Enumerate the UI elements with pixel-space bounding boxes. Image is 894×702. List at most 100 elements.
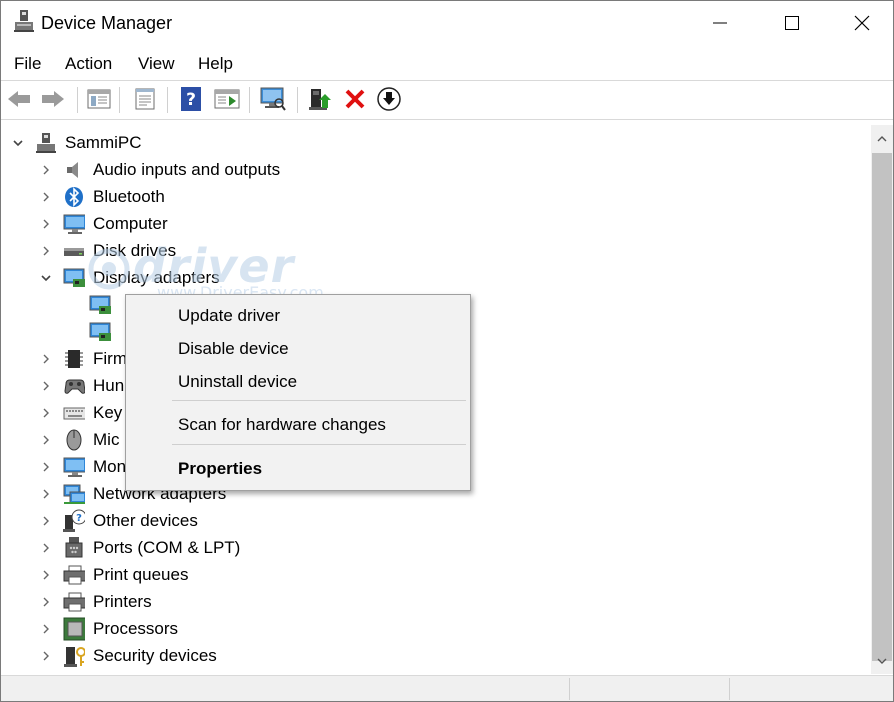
tree-item-label: Disk drives — [93, 240, 177, 260]
tree-item[interactable]: Key — [39, 399, 122, 426]
vertical-scrollbar[interactable] — [871, 125, 893, 674]
unknown-device-icon: ? — [63, 509, 85, 532]
scroll-up-button[interactable] — [871, 129, 893, 149]
tree-item-label: Other devices — [93, 510, 198, 530]
tree-item[interactable]: Security devices — [39, 642, 217, 669]
chevron-right-icon[interactable] — [39, 514, 53, 528]
action-pane-button[interactable] — [213, 85, 241, 113]
back-button[interactable] — [5, 85, 33, 113]
chevron-down-icon[interactable] — [11, 136, 25, 150]
chevron-down-icon — [877, 658, 887, 664]
status-separator — [569, 678, 570, 700]
tree-child-item[interactable] — [89, 291, 119, 318]
tree-item-label: Key — [93, 402, 123, 422]
printer-icon — [63, 564, 85, 586]
chevron-right-icon[interactable] — [39, 217, 53, 231]
show-hide-console-tree-button[interactable] — [85, 85, 113, 113]
chevron-right-icon[interactable] — [39, 595, 53, 609]
tree-item[interactable]: Processors — [39, 615, 178, 642]
menu-item-update-driver[interactable]: Update driver — [178, 306, 280, 326]
chevron-right-icon[interactable] — [39, 541, 53, 555]
disable-device-button[interactable] — [375, 85, 403, 113]
scrollbar-thumb[interactable] — [872, 153, 892, 661]
chevron-right-icon[interactable] — [39, 649, 53, 663]
scan-hardware-icon — [260, 87, 286, 111]
processor-icon — [63, 617, 85, 640]
port-icon — [63, 536, 85, 559]
display-adapter-icon — [89, 321, 111, 343]
disk-drive-icon — [63, 240, 85, 262]
forward-button[interactable] — [39, 85, 67, 113]
close-button[interactable] — [827, 1, 893, 45]
chevron-right-icon[interactable] — [39, 433, 53, 447]
chevron-right-icon[interactable] — [39, 163, 53, 177]
toolbar-separator — [167, 87, 168, 113]
chevron-right-icon[interactable] — [39, 568, 53, 582]
title-bar[interactable]: Device Manager — [1, 1, 893, 45]
chevron-right-icon[interactable] — [39, 352, 53, 366]
menu-separator — [172, 444, 466, 445]
maximize-button[interactable] — [757, 1, 827, 45]
forward-arrow-icon — [42, 91, 64, 107]
tree-item-label: Printers — [93, 591, 152, 611]
chevron-right-icon[interactable] — [39, 190, 53, 204]
tree-item[interactable]: Hun — [39, 372, 124, 399]
status-bar — [1, 675, 893, 701]
chevron-right-icon[interactable] — [39, 379, 53, 393]
chevron-down-icon[interactable] — [39, 271, 53, 285]
disable-device-icon — [377, 87, 401, 111]
update-driver-icon — [309, 89, 331, 110]
chevron-right-icon[interactable] — [39, 487, 53, 501]
action-pane-icon — [214, 89, 240, 109]
device-manager-app-icon — [13, 9, 35, 33]
display-adapter-icon — [89, 294, 111, 316]
tree-item-label: Hun — [93, 375, 125, 395]
menu-item-scan-hardware[interactable]: Scan for hardware changes — [178, 415, 386, 435]
tree-item-label: Security devices — [93, 645, 217, 665]
tree-child-item[interactable] — [89, 318, 119, 345]
tree-item-label: Print queues — [93, 564, 189, 584]
tree-item[interactable]: Computer — [39, 210, 168, 237]
minimize-button[interactable] — [685, 1, 755, 45]
tree-item[interactable]: Audio inputs and outputs — [39, 156, 280, 183]
chevron-right-icon[interactable] — [39, 622, 53, 636]
tree-item[interactable]: Mic — [39, 426, 119, 453]
scan-hardware-button[interactable] — [259, 85, 287, 113]
show-hide-console-tree-icon — [87, 89, 111, 109]
svg-text:?: ? — [76, 513, 82, 524]
menu-file[interactable]: File — [14, 54, 41, 74]
properties-button[interactable] — [131, 85, 159, 113]
tree-item-label: Audio inputs and outputs — [93, 159, 281, 179]
tree-item[interactable]: ? Other devices — [39, 507, 198, 534]
uninstall-device-icon — [345, 89, 365, 109]
menu-item-disable-device[interactable]: Disable device — [178, 339, 289, 359]
toolbar: ? — [1, 80, 893, 120]
menu-item-properties[interactable]: Properties — [178, 459, 262, 479]
menu-action[interactable]: Action — [65, 54, 112, 74]
menu-view[interactable]: View — [138, 54, 175, 74]
tree-item[interactable]: Mon — [39, 453, 126, 480]
tree-item[interactable]: Firm — [39, 345, 127, 372]
chevron-right-icon[interactable] — [39, 244, 53, 258]
printer-icon — [63, 591, 85, 613]
scroll-down-button[interactable] — [871, 651, 893, 671]
maximize-icon — [785, 16, 799, 30]
update-driver-button[interactable] — [307, 85, 335, 113]
tree-item[interactable]: Print queues — [39, 561, 188, 588]
uninstall-device-button[interactable] — [341, 85, 369, 113]
chevron-right-icon[interactable] — [39, 406, 53, 420]
tree-item[interactable]: Disk drives — [39, 237, 176, 264]
menu-item-uninstall-device[interactable]: Uninstall device — [178, 372, 297, 392]
tree-item[interactable]: Printers — [39, 588, 152, 615]
tree-item[interactable]: Ports (COM & LPT) — [39, 534, 240, 561]
menu-help[interactable]: Help — [198, 54, 233, 74]
tree-root[interactable]: SammiPC — [11, 129, 142, 156]
tree-item-expanded[interactable]: Display adapters — [39, 264, 220, 291]
help-button[interactable]: ? — [177, 85, 205, 113]
firmware-chip-icon — [63, 348, 85, 370]
display-adapter-icon — [63, 267, 85, 289]
properties-icon — [135, 88, 155, 110]
tree-item[interactable]: Bluetooth — [39, 183, 165, 210]
chevron-right-icon[interactable] — [39, 460, 53, 474]
speaker-icon — [63, 159, 85, 181]
